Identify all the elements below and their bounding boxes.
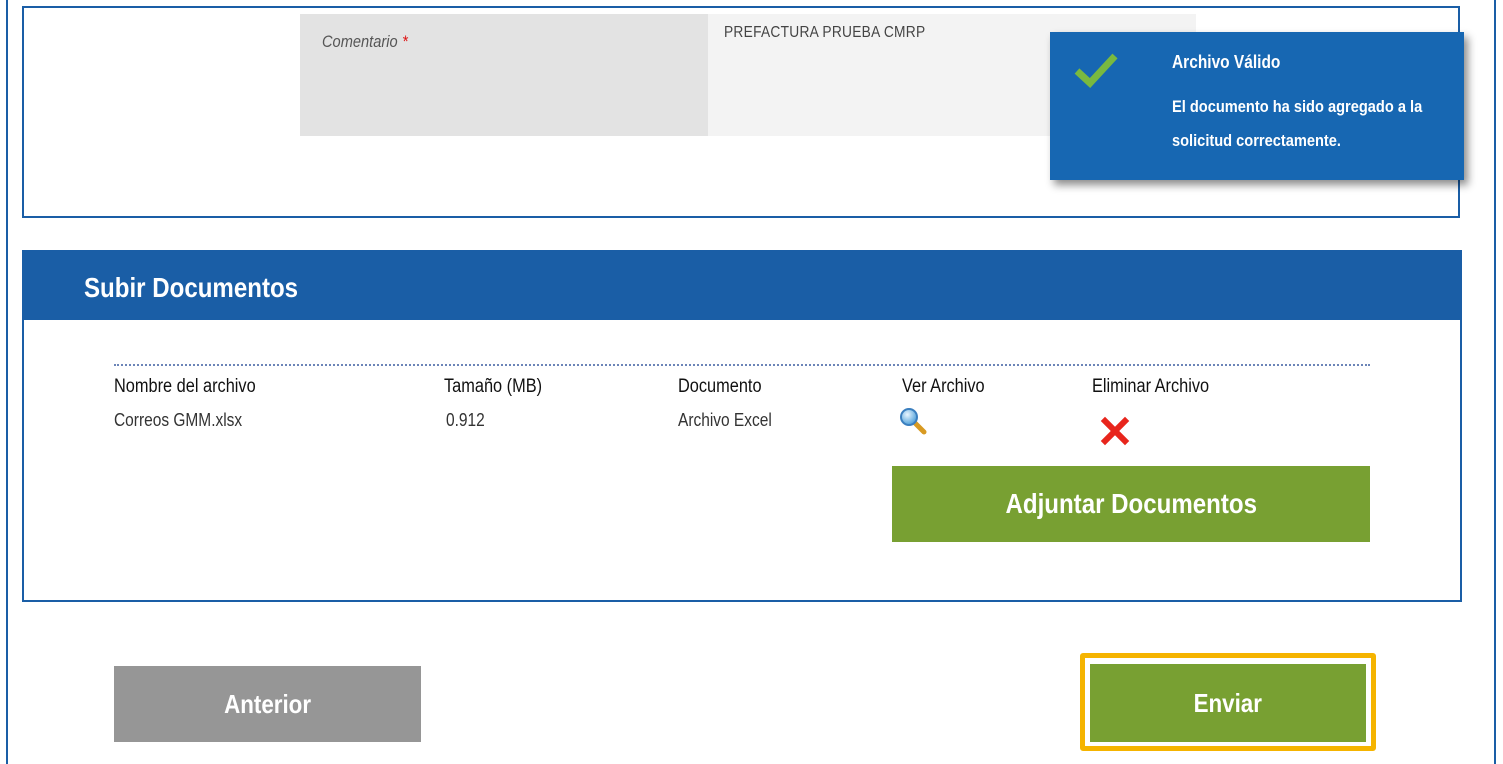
comment-label-text: Comentario — [322, 32, 398, 51]
previous-button[interactable]: Anterior — [114, 666, 421, 742]
success-toast[interactable]: Archivo Válido El documento ha sido agre… — [1050, 32, 1464, 180]
column-header-view-text: Ver Archivo — [902, 376, 985, 397]
column-header-name: Nombre del archivo — [114, 376, 279, 398]
column-header-size: Tamaño (MB) — [444, 376, 558, 398]
column-header-name-text: Nombre del archivo — [114, 376, 256, 397]
required-mark: * — [402, 32, 409, 51]
file-size-text: 0.912 — [446, 410, 485, 430]
divider — [114, 364, 1370, 366]
comment-value-wrap: PREFACTURA PRUEBA CMRP — [724, 24, 958, 42]
file-type: Archivo Excel — [678, 410, 787, 431]
attach-documents-button[interactable]: Adjuntar Documentos — [892, 466, 1370, 542]
upload-section: Subir Documentos Nombre del archivo Tama… — [22, 250, 1462, 602]
page-border-right — [1494, 0, 1496, 764]
magnifier-icon[interactable] — [898, 406, 928, 436]
upload-title-wrap: Subir Documentos — [84, 272, 333, 304]
comment-value: PREFACTURA PRUEBA CMRP — [724, 24, 926, 41]
upload-title: Subir Documentos — [84, 272, 299, 303]
file-type-text: Archivo Excel — [678, 410, 772, 430]
column-header-delete: Eliminar Archivo — [1092, 376, 1228, 398]
attach-documents-label: Adjuntar Documentos — [1005, 488, 1257, 519]
red-x-icon[interactable] — [1100, 416, 1130, 446]
comment-label: Comentario * — [322, 32, 423, 52]
toast-title: Archivo Válido — [1172, 52, 1281, 72]
comment-label-cell: Comentario * — [300, 14, 708, 136]
file-name-text: Correos GMM.xlsx — [114, 410, 243, 430]
column-header-type-text: Documento — [678, 376, 762, 397]
column-header-view: Ver Archivo — [902, 376, 998, 398]
toast-title-wrap: Archivo Válido — [1172, 52, 1298, 73]
previous-label: Anterior — [224, 688, 311, 719]
upload-header: Subir Documentos — [24, 252, 1460, 320]
column-header-delete-text: Eliminar Archivo — [1092, 376, 1210, 397]
page-border-left — [6, 0, 8, 764]
send-button[interactable]: Enviar — [1090, 664, 1366, 742]
send-label: Enviar — [1193, 687, 1263, 718]
column-header-size-text: Tamaño (MB) — [444, 376, 543, 397]
file-size: 0.912 — [446, 410, 491, 431]
toast-message: El documento ha sido agregado a la solic… — [1172, 97, 1423, 150]
column-header-type: Documento — [678, 376, 775, 398]
check-icon — [1074, 53, 1118, 88]
file-name: Correos GMM.xlsx — [114, 410, 263, 431]
